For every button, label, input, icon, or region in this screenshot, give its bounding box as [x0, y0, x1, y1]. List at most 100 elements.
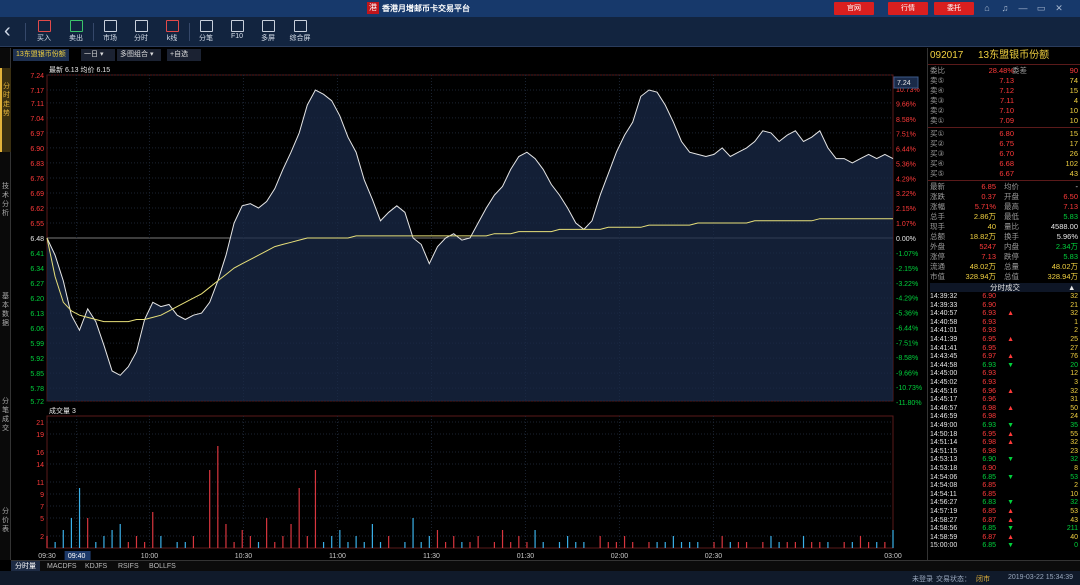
price-tick-label: 5.72 — [30, 399, 44, 406]
down-arrow-icon: ▼ — [1007, 473, 1014, 481]
pct-tick-label: -7.51% — [896, 340, 918, 347]
intraday-chart[interactable]: 7.24 7.17 7.11 7.04 6.97 6.90 6.83 6.76 6.69 6.62… — [11, 62, 926, 560]
tick-row: 14:41:39 6.95 ▲ 25 — [930, 336, 1078, 344]
tick-time: 14:54:08 — [930, 482, 958, 490]
tick-volume: 10 — [1070, 490, 1078, 498]
official-site-button[interactable]: 官网 — [834, 2, 874, 15]
tab-tick-deals[interactable]: 分笔成交 — [0, 393, 11, 453]
chart-area: 13东盟银币份额 一日 ▾ 多图组合 ▾ +自选 7.24 7.17 7.11 7.0… — [11, 48, 926, 560]
volume-tick-label: 7 — [40, 504, 44, 511]
toolbar-divider — [25, 23, 26, 41]
period-select[interactable]: 一日 ▾ — [81, 49, 115, 61]
up-arrow-icon: ▲ — [1007, 439, 1014, 447]
app-title: 香港月增邮币卡交易平台 — [382, 4, 470, 13]
price-tick-label: 6.41 — [30, 251, 44, 258]
bid-volume: 15 — [1069, 129, 1078, 138]
pct-tick-label: -8.58% — [896, 355, 918, 362]
tick-time: 14:53:13 — [930, 456, 958, 464]
tick-price: 6.87 — [982, 516, 996, 524]
stat-label: 涨跌 — [930, 192, 945, 201]
tick-price: 6.98 — [982, 447, 996, 455]
stat-value: 18.82万 — [969, 232, 996, 241]
toolbar-buy[interactable]: 买入 — [30, 19, 58, 45]
time-tick-label: 11:30 — [423, 553, 440, 560]
ask-price: 7.11 — [999, 96, 1014, 105]
tick-price: 6.95 — [982, 430, 996, 438]
toolbar-f10[interactable]: F10 — [223, 19, 251, 45]
tick-row: 14:39:33 6.90 21 — [930, 302, 1078, 310]
maximize-icon[interactable]: ▭ — [1035, 2, 1047, 15]
tick-time: 14:54:06 — [930, 473, 958, 481]
toolbar-sell[interactable]: 卖出 — [62, 19, 90, 45]
pct-tick-label: -1.07% — [896, 251, 918, 258]
stat-value: 5.71% — [974, 202, 996, 211]
home-icon[interactable]: ⌂ — [981, 2, 993, 15]
toolbar-multiscreen[interactable]: 多屏 — [254, 19, 282, 45]
minimize-icon[interactable]: — — [1017, 2, 1029, 15]
stat-label: 涨幅 — [930, 202, 945, 211]
bid-label: 买⑤ — [930, 169, 945, 178]
price-tick-label: 6.34 — [30, 266, 44, 273]
order-button[interactable]: 委托 — [934, 2, 974, 15]
stat-value: 7.13 — [981, 252, 996, 261]
add-favorite-button[interactable]: +自选 — [167, 49, 201, 61]
tick-row: 14:53:13 6.90 ▼ 32 — [930, 456, 1078, 464]
f10-icon — [230, 20, 244, 32]
up-arrow-icon: ▲ — [1007, 508, 1014, 515]
tick-time: 14:44:58 — [930, 361, 958, 369]
toolbar-kline[interactable]: k线 — [158, 19, 186, 45]
stat-label: 最低 — [1004, 212, 1019, 221]
combo-select[interactable]: 多图组合 ▾ — [117, 49, 161, 61]
tick-row: 14:53:18 6.90 8 — [930, 465, 1078, 473]
bid-price: 6.80 — [999, 129, 1014, 138]
toolbar-dashboard[interactable]: 综合屏 — [286, 19, 314, 45]
tick-volume: 76 — [1070, 353, 1078, 361]
down-arrow-icon: ▼ — [1007, 542, 1014, 550]
pct-tick-label: -6.44% — [896, 326, 918, 333]
ask-price: 7.13 — [999, 76, 1014, 85]
tick-row: 14:43:45 6.97 ▲ 76 — [930, 353, 1078, 361]
main-toolbar: ‹ 买入 卖出 市场 分时 k线 分笔 F10 多屏 综合屏 — [0, 17, 1080, 47]
tick-time: 14:45:17 — [930, 396, 958, 404]
datetime: 2019-03-22 15:34:39 — [1008, 574, 1073, 581]
pct-tick-label: -11.80% — [896, 400, 922, 407]
time-tick-label: 10:30 — [235, 553, 253, 560]
tick-time: 14:45:00 — [930, 370, 958, 378]
tick-time: 14:46:57 — [930, 404, 958, 412]
toolbar-market[interactable]: 市场 — [96, 19, 124, 45]
sound-icon[interactable]: ♫ — [999, 2, 1011, 15]
bid-volume: 17 — [1069, 139, 1078, 148]
price-tick-label: 6.76 — [30, 176, 44, 183]
volume-tick-label: 5 — [40, 516, 44, 523]
toolbar-tick-label: 分笔 — [199, 35, 213, 42]
tab-price-table[interactable]: 分价表 — [0, 503, 11, 543]
tab-basic-data[interactable]: 基本数据 — [0, 288, 11, 348]
trade-state-value: 闭市 — [976, 576, 990, 583]
bid-row: 买⑤ 6.67 43 — [930, 169, 1078, 178]
price-tick-label: 6.06 — [30, 326, 44, 333]
tab-technical-analysis[interactable]: 技术分析 — [0, 178, 11, 238]
tick-volume: 53 — [1070, 473, 1078, 481]
toolbar-multiscreen-label: 多屏 — [261, 35, 275, 42]
down-arrow-icon: ▼ — [1007, 422, 1014, 429]
market-button[interactable]: 行情 — [888, 2, 928, 15]
price-tick-label: 5.92 — [30, 356, 44, 363]
stat-label: 最新 — [930, 182, 945, 191]
toolbar-tick[interactable]: 分笔 — [192, 19, 220, 45]
stat-row: 总手 2.86万 最低 5.83 — [930, 212, 1078, 221]
tick-volume: 20 — [1070, 361, 1078, 369]
tick-volume: 32 — [1070, 439, 1078, 447]
tab-timeshare-trend[interactable]: 分时走势 — [0, 68, 11, 152]
tick-price: 6.90 — [982, 293, 996, 300]
stock-name: 13东盟银币份额 — [978, 50, 1050, 61]
up-arrow-icon: ▲ — [1007, 387, 1014, 395]
price-tick-label: 6.13 — [30, 311, 44, 318]
tick-volume: 2 — [1074, 327, 1078, 335]
close-icon[interactable]: ✕ — [1053, 2, 1065, 15]
time-tick-label: 01:30 — [517, 553, 535, 560]
stock-tab[interactable]: 13东盟银币份额 — [13, 49, 69, 61]
toolbar-timeshare[interactable]: 分时 — [127, 19, 155, 45]
stat-label: 内盘 — [1004, 242, 1019, 251]
divider — [928, 127, 1080, 128]
back-icon[interactable]: ‹ — [4, 21, 20, 43]
